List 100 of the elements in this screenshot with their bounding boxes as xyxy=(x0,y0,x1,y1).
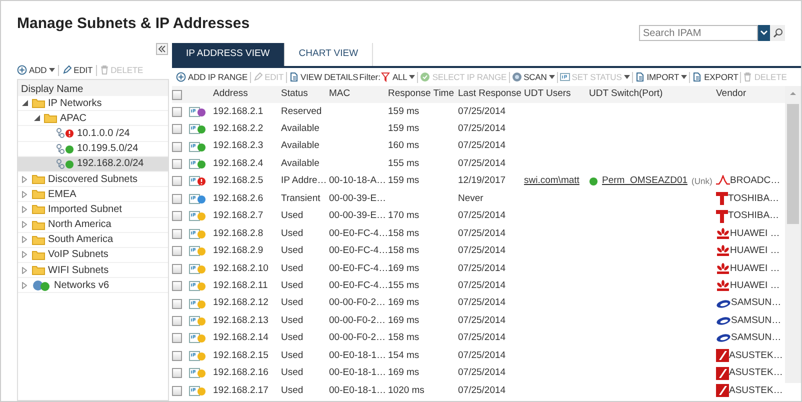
pencil-icon xyxy=(62,65,72,75)
toolbar-button[interactable]: SCAN xyxy=(512,70,555,84)
tree-item[interactable]: APAC xyxy=(18,111,168,126)
checkbox[interactable] xyxy=(172,298,182,309)
tree-item[interactable]: VoIP Subnets xyxy=(18,248,168,264)
toolbar-button[interactable]: EDIT xyxy=(62,64,93,76)
table-cell-text: 00-E0-18-1… xyxy=(329,384,388,398)
toolbar-button[interactable]: ADD xyxy=(17,64,55,76)
expanded-arrow-icon[interactable] xyxy=(34,115,40,122)
collapsed-arrow-icon[interactable] xyxy=(22,190,27,198)
toolbar-button[interactable]: IMPORT xyxy=(634,70,688,84)
table-cell-text: 00-E0-18-1… xyxy=(329,366,388,380)
checkbox[interactable] xyxy=(172,194,182,204)
collapsed-arrow-icon[interactable] xyxy=(22,236,27,244)
tree-item[interactable]: Imported Subnet xyxy=(18,202,168,218)
toolbar-button[interactable]: ALL xyxy=(381,70,416,84)
tree-item[interactable]: Discovered Subnets xyxy=(18,172,168,188)
ip-icon xyxy=(189,159,200,170)
tree-item[interactable]: South America xyxy=(18,232,168,248)
table-cell-text: Used xyxy=(281,209,304,224)
ip-icon xyxy=(189,194,200,204)
checkbox[interactable] xyxy=(172,246,182,256)
ip-icon xyxy=(189,176,200,186)
ip-icon xyxy=(189,124,200,134)
tree-item[interactable]: Networks v6 xyxy=(18,278,168,294)
table-cell-text: SAMSUN… xyxy=(731,314,782,328)
tree-item[interactable]: 10.1.0.0 /24 xyxy=(18,126,168,142)
toolbar-button[interactable]: VIEW DETAILS xyxy=(288,70,358,84)
checkbox[interactable] xyxy=(172,386,182,396)
table-cell-text: 169 ms xyxy=(388,314,420,328)
column-header: UDT Users xyxy=(524,87,572,102)
column-header: MAC xyxy=(329,87,352,102)
table-cell-text: 07/25/2014 xyxy=(458,278,507,293)
table-cell-text: 00-E0-18-1… xyxy=(329,348,388,363)
check-icon xyxy=(420,72,430,82)
checkbox[interactable] xyxy=(172,281,182,292)
table-cell-text: 169 ms xyxy=(388,262,420,276)
caret-icon xyxy=(624,75,630,79)
ip-icon xyxy=(189,246,200,256)
table-cell-text: Used xyxy=(281,278,304,293)
table-cell: ASUSTEK… xyxy=(729,384,783,398)
tree-item[interactable]: EMEA xyxy=(18,187,168,202)
checkbox[interactable] xyxy=(172,124,182,134)
user-link[interactable]: swi.com\matt xyxy=(524,175,580,186)
column-header: UDT Switch(Port) xyxy=(589,87,664,102)
petal-logo-icon xyxy=(716,245,730,258)
table-cell-text: 07/25/2014 xyxy=(458,209,507,224)
checkbox[interactable] xyxy=(172,333,182,344)
table-cell: HUAWEI … xyxy=(730,244,780,258)
checkbox[interactable] xyxy=(172,350,182,361)
caret-icon xyxy=(48,68,55,72)
checkbox[interactable] xyxy=(172,106,182,117)
checkbox[interactable] xyxy=(172,228,182,239)
collapse-button[interactable] xyxy=(156,43,168,55)
table-cell-text: 192.168.2.7 xyxy=(213,209,264,224)
t-shape-icon xyxy=(716,210,728,223)
tree-label: WIFI Subnets xyxy=(48,264,109,278)
slash-logo-icon xyxy=(716,366,729,380)
checkbox[interactable] xyxy=(172,176,182,186)
collapsed-arrow-icon[interactable] xyxy=(22,251,27,258)
collapsed-arrow-icon[interactable] xyxy=(22,176,27,183)
table-cell-text: 00-10-18-A… xyxy=(329,174,388,188)
table-cell-text: 155 ms xyxy=(388,156,420,171)
table-cell-text: 170 ms xyxy=(388,209,420,224)
collapsed-arrow-icon[interactable] xyxy=(22,282,27,289)
trash-icon xyxy=(100,65,109,75)
table-cell-text: Never xyxy=(458,192,484,206)
checkbox[interactable] xyxy=(172,316,182,326)
search-field[interactable]: Search IPAM xyxy=(639,25,758,41)
checkbox[interactable] xyxy=(172,368,182,378)
table-cell: 00-E0-FC-4… xyxy=(329,226,388,241)
checkbox[interactable] xyxy=(172,142,182,152)
table-cell-text: 00-00-39-E… xyxy=(329,209,388,224)
expanded-arrow-icon[interactable] xyxy=(22,100,28,106)
checkbox[interactable] xyxy=(172,264,182,274)
tree-item[interactable]: IP Networks xyxy=(18,96,168,112)
globe-icon xyxy=(32,280,51,291)
search-button[interactable] xyxy=(770,25,785,41)
table-cell-text: 07/25/2014 xyxy=(458,384,507,398)
tree-item[interactable]: WIFI Subnets xyxy=(18,263,168,278)
switch-link[interactable]: Perm_OMSEAZD01 xyxy=(602,174,688,189)
collapsed-arrow-icon[interactable] xyxy=(22,206,27,213)
tree-item[interactable]: North America xyxy=(18,218,168,233)
caret-icon xyxy=(681,75,688,79)
toolbar-button[interactable]: ADD IP RANGE xyxy=(176,70,248,84)
checkbox[interactable] xyxy=(172,211,182,222)
dropdown-button[interactable] xyxy=(758,25,770,41)
table-cell-text: 07/25/2014 xyxy=(458,314,507,328)
table-cell-text: 159 ms xyxy=(388,122,420,136)
table-cell-text: 169 ms xyxy=(388,366,420,380)
pencil-icon xyxy=(252,72,263,82)
collapsed-arrow-icon[interactable] xyxy=(22,266,27,274)
tree-item[interactable]: 192.168.2.0/24 xyxy=(18,156,168,172)
collapsed-arrow-icon[interactable] xyxy=(22,221,27,228)
tab[interactable]: IP ADDRESS VIEW xyxy=(172,43,285,66)
checkbox[interactable] xyxy=(172,90,182,100)
petal-logo-icon xyxy=(716,280,730,292)
checkbox[interactable] xyxy=(172,159,182,170)
tree-label: VoIP Subnets xyxy=(48,248,108,262)
toolbar-button[interactable]: EXPORT xyxy=(692,70,738,84)
